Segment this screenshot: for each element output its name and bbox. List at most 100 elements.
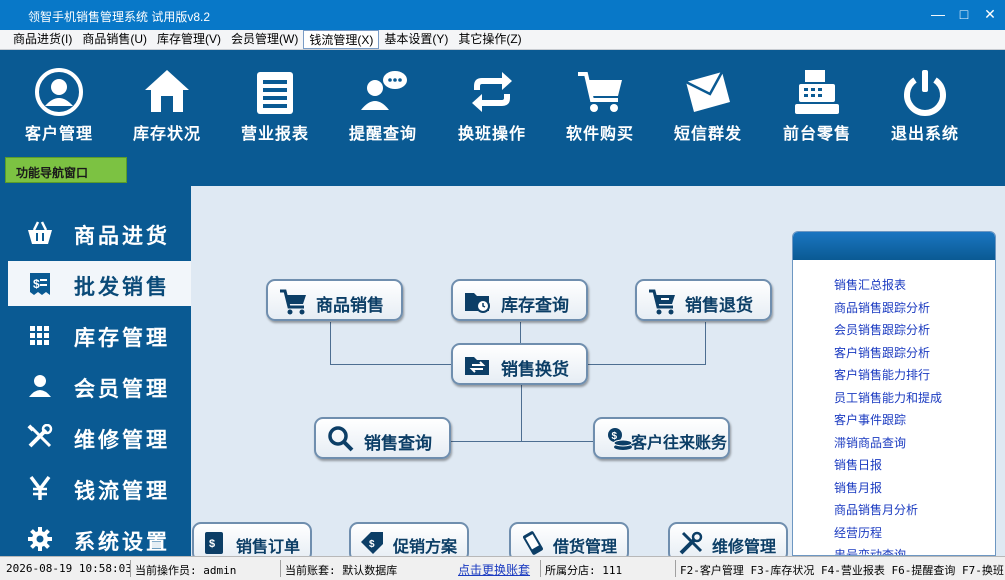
stock-query-button[interactable]: 库存查询 [451,279,588,321]
status-divider [675,560,676,577]
sales-query-button[interactable]: 销售查询 [314,417,451,459]
sidebar-item-settings[interactable]: 系统设置 [8,516,191,561]
toolbar-report-button[interactable]: 营业报表 [225,50,325,150]
flow-label: 销售换货 [501,360,569,379]
svg-text:$: $ [369,539,375,550]
report-icon [257,72,293,114]
toolbar-label: 换班操作 [457,126,526,143]
toolbar-label: 退出系统 [890,126,959,143]
menu-item-members[interactable]: 会员管理(W) [226,30,303,49]
report-link[interactable]: 滞销商品查询 [834,434,995,457]
title-bar: 领智手机销售管理系统 试用版v8.2 — □ ✕ [0,0,1005,30]
maximize-icon[interactable]: □ [955,6,973,24]
menu-item-purchase[interactable]: 商品进货(I) [8,30,77,49]
sidebar-item-cashflow[interactable]: 钱流管理 [8,465,191,510]
main-panel: 商品销售 库存查询 销售退货 销售换货 销售查询 $ 客户往来账务 $ 销售订单… [191,186,1005,562]
sidebar-item-label: 维修管理 [74,429,170,452]
toolbar-label: 营业报表 [240,126,309,143]
toolbar-label: 前台零售 [782,126,851,143]
toolbar-retail-button[interactable]: 前台零售 [767,50,867,150]
status-divider [130,560,131,577]
phone-icon [523,531,543,555]
search-icon [328,426,354,452]
menu-item-cashflow[interactable]: 钱流管理(X) [303,30,380,49]
sidebar-item-label: 库存管理 [74,327,170,350]
flow-label: 销售退货 [685,296,753,315]
sidebar-item-label: 系统设置 [74,531,170,554]
menu-item-other[interactable]: 其它操作(Z) [453,30,526,49]
flow-connector [330,322,331,364]
sales-button[interactable]: 商品销售 [266,279,403,321]
report-link[interactable]: 客户销售能力排行 [834,366,995,389]
main-toolbar: 客户管理 库存状况 营业报表 提醒查询 换班操作 软件购买 短信群发 前台零售 … [0,50,1005,152]
report-link[interactable]: 销售月报 [834,479,995,502]
flow-label: 销售查询 [364,434,432,453]
customer-icon [35,68,83,116]
cart-icon [280,289,306,315]
report-link[interactable]: 客户事件跟踪 [834,411,995,434]
flow-connector [586,364,706,365]
register-icon [795,70,839,114]
report-link[interactable]: 商品销售月分析 [834,501,995,524]
nav-window-tab[interactable]: 功能导航窗口 [5,157,127,183]
invoice-icon: $ [30,273,50,295]
report-links-header [793,232,995,260]
toolbar-reminder-button[interactable]: 提醒查询 [333,50,433,150]
svg-text:$: $ [33,277,40,291]
report-link[interactable]: 客户销售跟踪分析 [834,344,995,367]
sidebar-item-label: 商品进货 [74,225,170,248]
flow-label: 销售订单 [236,539,301,556]
close-icon[interactable]: ✕ [981,6,999,24]
menu-item-settings[interactable]: 基本设置(Y) [379,30,453,49]
customer-accounts-button[interactable]: $ 客户往来账务 [593,417,730,459]
minimize-icon[interactable]: — [929,6,947,24]
cart-icon [578,72,622,112]
status-operator: 当前操作员: admin [135,564,237,577]
status-divider [540,560,541,577]
report-links-panel: 销售汇总报表 商品销售跟踪分析 会员销售跟踪分析 客户销售跟踪分析 客户销售能力… [792,231,996,556]
menu-item-inventory[interactable]: 库存管理(V) [152,30,226,49]
report-link[interactable]: 会员销售跟踪分析 [834,321,995,344]
sidebar-item-inventory[interactable]: 库存管理 [8,312,191,357]
menu-bar: 商品进货(I) 商品销售(U) 库存管理(V) 会员管理(W) 钱流管理(X) … [0,30,1005,50]
shift-icon [472,72,512,112]
report-link[interactable]: 串号变动查询 [834,546,995,555]
sidebar-item-wholesale[interactable]: $ 批发销售 [8,261,191,306]
sidebar-item-repair[interactable]: 维修管理 [8,414,191,459]
folder-exchange-icon [465,357,489,375]
report-link[interactable]: 经营历程 [834,524,995,547]
report-link[interactable]: 员工销售能力和提成 [834,389,995,412]
toolbar-customer-button[interactable]: 客户管理 [9,50,109,150]
window-title: 领智手机销售管理系统 试用版v8.2 [28,10,211,24]
menu-item-sales[interactable]: 商品销售(U) [77,30,152,49]
user-icon [29,375,51,397]
toolbar-shift-button[interactable]: 换班操作 [442,50,542,150]
basket-icon [28,221,52,244]
report-link[interactable]: 销售日报 [834,456,995,479]
sidebar-item-members[interactable]: 会员管理 [8,363,191,408]
toolbar-label: 客户管理 [24,126,93,143]
sidebar-item-purchase[interactable]: 商品进货 [8,210,191,255]
tools-icon [679,531,703,555]
toolbar-label: 短信群发 [673,126,742,143]
toolbar-stock-button[interactable]: 库存状况 [117,50,217,150]
toolbar-buy-button[interactable]: 软件购买 [550,50,650,150]
toolbar-label: 提醒查询 [348,126,417,143]
report-link[interactable]: 商品销售跟踪分析 [834,299,995,322]
toolbar-sms-button[interactable]: 短信群发 [658,50,758,150]
status-divider [280,560,281,577]
report-links-list: 销售汇总报表 商品销售跟踪分析 会员销售跟踪分析 客户销售跟踪分析 客户销售能力… [793,260,995,555]
status-hotkeys: F2-客户管理 F3-库存状况 F4-营业报表 F6-提醒查询 F7-换班 [680,564,1004,577]
toolbar-label: 库存状况 [132,126,201,143]
toolbar-exit-button[interactable]: 退出系统 [875,50,975,150]
power-icon [904,70,946,116]
sidebar-item-label: 会员管理 [74,378,170,401]
report-link[interactable]: 销售汇总报表 [834,276,995,299]
sales-return-button[interactable]: 销售退货 [635,279,772,321]
grid-icon [30,326,49,345]
sidebar: 商品进货 $ 批发销售 库存管理 会员管理 维修管理 钱流管理 系统设置 [0,186,191,556]
switch-account-link[interactable]: 点击更换账套 [458,561,530,578]
status-account: 当前账套: 默认数据库 [285,564,398,577]
gear-icon [28,527,52,551]
exchange-button[interactable]: 销售换货 [451,343,588,385]
